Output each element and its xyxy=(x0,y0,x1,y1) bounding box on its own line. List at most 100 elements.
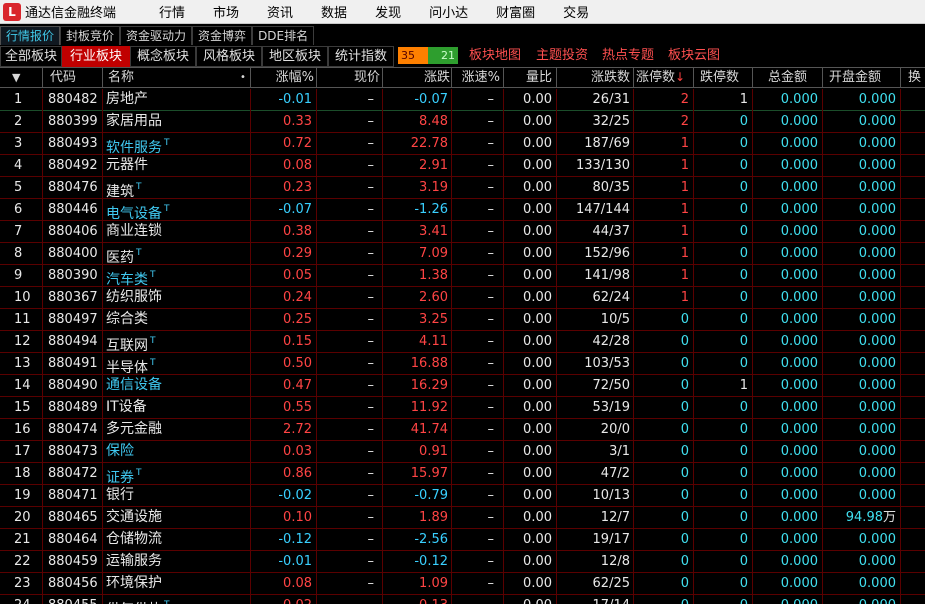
row-divider xyxy=(556,463,557,485)
sort-menu-icon[interactable]: ▼ xyxy=(12,68,20,88)
table-row[interactable]: 19 880471 -0.02 – -0.79 – 0.00 10/13 0 0 0.000 银行 0.… xyxy=(0,485,925,507)
table-row[interactable]: 9 880390 0.05 – 1.38 – 0.00 141/98 1 0 0.000 汽车类 T 0.… xyxy=(0,265,925,288)
menu-quotes[interactable]: 行情 xyxy=(159,2,185,21)
menu-market[interactable]: 市场 xyxy=(213,2,239,21)
sector-name[interactable]: 证券 T xyxy=(106,463,256,486)
col-limit-down[interactable]: 跌停数 xyxy=(700,68,739,88)
change-pct: 0.03 xyxy=(283,444,312,459)
table-row[interactable]: 6 880446 -0.07 – -1.26 – 0.00 147/144 1 0 0.000 电气设… xyxy=(0,199,925,222)
menu-trade[interactable]: 交易 xyxy=(563,2,589,21)
table-row[interactable]: 14 880490 0.47 – 16.29 – 0.00 72/50 0 1 0.000 通信设备 0… xyxy=(0,375,925,397)
table-row[interactable]: 4 880492 0.08 – 2.91 – 0.00 133/130 1 0 0.000 元器件 0.… xyxy=(0,155,925,177)
table-row[interactable]: 10 880367 0.24–2.60–0.00 62/24 1 0 0.000 纺织服饰 0.… xyxy=(0,287,925,309)
col-speed[interactable]: 涨速% xyxy=(452,68,500,88)
menu-discover[interactable]: 发现 xyxy=(375,2,401,21)
sector-name[interactable]: 医药 T xyxy=(106,243,256,266)
menu-news[interactable]: 资讯 xyxy=(267,2,293,21)
tab-style-sectors[interactable]: 风格板块 xyxy=(196,46,262,67)
tab-limit-auction[interactable]: 封板竞价 xyxy=(60,26,121,45)
sector-name[interactable]: 环境保护 xyxy=(106,573,256,595)
tab-fund-game[interactable]: 资金博弈 xyxy=(192,26,253,45)
tab-concept-sectors[interactable]: 概念板块 xyxy=(130,46,196,67)
table-row[interactable]: 13 880491 0.50 – 16.88 – 0.00 103/53 0 0 0.000 半导体 T… xyxy=(0,353,925,376)
change-speed: – xyxy=(487,92,495,107)
col-pct[interactable]: 涨幅% xyxy=(250,68,314,88)
sector-name[interactable]: 房地产 xyxy=(106,89,256,111)
tab-dde-rank[interactable]: DDE排名 xyxy=(252,26,315,45)
limit-down-count: 0 xyxy=(739,114,748,129)
open-amount: 0.000 xyxy=(822,221,896,243)
sector-name[interactable]: 元器件 xyxy=(106,155,256,177)
change-pct: -0.02 xyxy=(278,488,312,503)
table-row[interactable]: 8 880400 0.29 – 7.09 – 0.00 152/96 1 0 0.000 医药 T 0.0… xyxy=(0,243,925,266)
sector-name[interactable]: 互联网 T xyxy=(106,331,256,354)
col-updown[interactable]: 涨跌数 xyxy=(560,68,630,88)
sector-name[interactable]: 电气设备 T xyxy=(106,199,256,222)
tab-all-sectors[interactable]: 全部板块 xyxy=(0,46,62,67)
row-divider xyxy=(316,155,317,177)
table-row[interactable]: 17 880473 0.03 – 0.91 – 0.00 3/1 0 0 0.000 保险 0.000 xyxy=(0,441,925,463)
table-row[interactable]: 7 880406 0.38 – 3.41 – 0.00 44/37 1 0 0.000 商业连锁 0.0… xyxy=(0,221,925,243)
sector-name[interactable]: 纺织服饰 xyxy=(106,287,256,309)
link-sector-cloud[interactable]: 板块云图 xyxy=(668,46,720,66)
sector-name[interactable]: IT设备 xyxy=(106,397,256,419)
sector-name[interactable]: 通信设备 xyxy=(106,375,256,397)
table-row[interactable]: 20 880465 0.10 – 1.89 – 0.00 12/7 0 0 0.000 交通设施 94.… xyxy=(0,507,925,529)
table-row[interactable]: 1 880482 -0.01 – -0.07 – 0.00 26/31 2 1 0.000 房地产 0.… xyxy=(0,89,925,111)
change-pct: 0.15 xyxy=(283,334,312,349)
col-turnover[interactable]: 换 xyxy=(908,68,921,88)
table-row[interactable]: 18 880472 0.86 – 15.97 – 0.00 47/2 0 0 0.000 证券 T 0.0… xyxy=(0,463,925,486)
up-down-count: 53/19 xyxy=(592,400,630,415)
sector-name[interactable]: 家居用品 xyxy=(106,111,256,133)
table-row[interactable]: 15 880489 0.55 – 11.92 – 0.00 53/19 0 0 0.000 IT设备 0… xyxy=(0,397,925,419)
sector-name[interactable]: 供气供热T xyxy=(106,595,256,604)
change-pct: 0.23 xyxy=(283,180,312,195)
sector-name[interactable]: 交通设施 xyxy=(106,507,256,529)
col-limit-up[interactable]: 涨停数↓ xyxy=(636,68,685,88)
menu-wealth-circle[interactable]: 财富圈 xyxy=(496,2,535,21)
sector-name[interactable]: 半导体 T xyxy=(106,353,256,376)
tab-stat-index[interactable]: 统计指数 xyxy=(328,46,394,67)
change-speed: – xyxy=(487,312,495,327)
volume-ratio: 0.00 xyxy=(523,576,552,591)
limit-up-count: 0 xyxy=(680,554,689,569)
link-hot-topics[interactable]: 热点专题 xyxy=(602,46,654,66)
sector-name[interactable]: 软件服务 T xyxy=(106,133,256,156)
col-volume-ratio[interactable]: 量比 xyxy=(504,68,552,88)
menu-data[interactable]: 数据 xyxy=(321,2,347,21)
sector-name[interactable]: 保险 xyxy=(106,441,256,463)
tab-fund-drive[interactable]: 资金驱动力 xyxy=(120,26,193,45)
table-row[interactable]: 11 880497 0.25 – 3.25 – 0.00 10/5 0 0 0.000 综合类 0.00… xyxy=(0,309,925,331)
sector-name[interactable]: 建筑 T xyxy=(106,177,256,200)
sector-name[interactable]: 银行 xyxy=(106,485,256,507)
col-code[interactable]: 代码 xyxy=(50,68,76,88)
link-sector-map[interactable]: 板块地图 xyxy=(469,46,521,66)
table-row[interactable]: 248804550.02–0.13–0.0017/14000.000供气供热T0… xyxy=(0,595,925,604)
table-row[interactable]: 22 880459 -0.01 – -0.12 – 0.00 12/8 0 0 0.000 运输服务 0… xyxy=(0,551,925,573)
menu-ask-xiaoda[interactable]: 问小达 xyxy=(429,2,468,21)
table-row[interactable]: 2 880399 0.33 – 8.48 – 0.00 32/25 2 0 0.000 家居用品 0.0… xyxy=(0,111,925,133)
sector-name[interactable]: 运输服务 xyxy=(106,551,256,573)
table-row[interactable]: 3 880493 0.72 – 22.78 – 0.00 187/69 1 0 0.000 软件服务 T… xyxy=(0,133,925,156)
table-row[interactable]: 5 880476 0.23 – 3.19 – 0.00 80/35 1 0 0.000 建筑 T 0.00… xyxy=(0,177,925,200)
link-theme-invest[interactable]: 主题投资 xyxy=(536,46,588,66)
volume-ratio: 0.00 xyxy=(523,532,552,547)
col-change[interactable]: 涨跌 xyxy=(384,68,450,88)
col-open-amount[interactable]: 开盘金额 xyxy=(829,68,881,88)
table-row[interactable]: 21 880464 -0.12 – -2.56 – 0.00 19/17 0 0 0.000 仓储物流… xyxy=(0,529,925,551)
col-name[interactable]: 名称 xyxy=(108,68,134,88)
table-row[interactable]: 16 880474 2.72 – 41.74 – 0.00 20/0 0 0 0.000 多元金融 0.… xyxy=(0,419,925,441)
tab-industry-sectors[interactable]: 行业板块 xyxy=(62,46,130,67)
tab-quotes[interactable]: 行情报价 xyxy=(0,26,61,45)
sector-name[interactable]: 仓储物流 xyxy=(106,529,256,551)
table-row[interactable]: 23 880456 0.08 – 1.09 – 0.00 62/25 0 0 0.000 环境保护 0.… xyxy=(0,573,925,595)
sector-name[interactable]: 综合类 xyxy=(106,309,256,331)
sector-name[interactable]: 商业连锁 xyxy=(106,221,256,243)
sector-name[interactable]: 多元金融 xyxy=(106,419,256,441)
table-row[interactable]: 12 880494 0.15 – 4.11 – 0.00 42/28 0 0 0.000 互联网 T 0.… xyxy=(0,331,925,354)
row-divider xyxy=(633,177,634,199)
col-price[interactable]: 现价 xyxy=(320,68,380,88)
tab-region-sectors[interactable]: 地区板块 xyxy=(262,46,328,67)
sector-name[interactable]: 汽车类 T xyxy=(106,265,256,288)
col-amount[interactable]: 总金额 xyxy=(768,68,807,88)
